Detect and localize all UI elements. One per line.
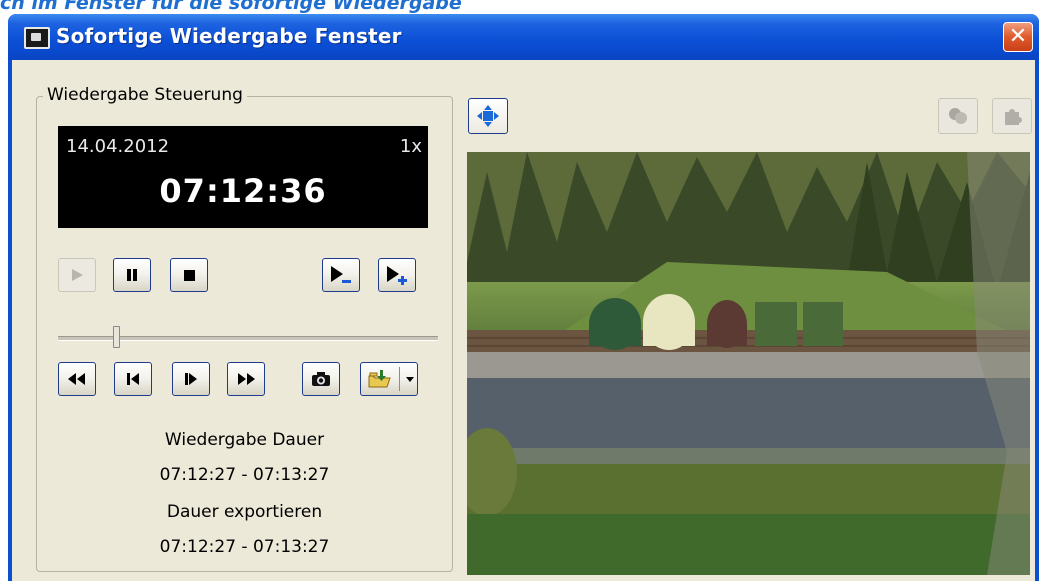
split-divider	[399, 367, 400, 391]
step-back-icon	[127, 373, 139, 385]
time-display: 14.04.2012 1x 07:12:36	[58, 126, 428, 228]
play-faster-icon	[387, 266, 407, 285]
window-app-icon	[24, 27, 50, 49]
duration-label: Wiedergabe Dauer	[164, 430, 325, 450]
tool-button-1[interactable]	[938, 98, 978, 134]
tool-button-2[interactable]	[992, 98, 1032, 134]
rewind-button[interactable]	[58, 362, 96, 396]
play-icon	[72, 269, 83, 281]
export-folder-icon	[368, 370, 391, 388]
puzzle-icon	[1005, 109, 1022, 125]
title-bar[interactable]: Sofortige Wiedergabe Fenster ✕	[8, 14, 1039, 60]
playback-slider-thumb[interactable]	[113, 326, 120, 348]
fit-window-button[interactable]	[468, 98, 508, 134]
duration-range: 07:12:27 - 07:13:27	[159, 465, 330, 485]
camera-feed-image	[467, 152, 1030, 575]
close-icon: ✕	[1008, 24, 1028, 49]
fit-window-icon	[477, 105, 499, 127]
fast-forward-icon	[238, 373, 255, 385]
window-title: Sofortige Wiedergabe Fenster	[56, 24, 402, 48]
play-button[interactable]	[58, 258, 96, 292]
page-caption: ch im Fenster für die sofortige Wiederga…	[0, 0, 462, 14]
export-range: 07:12:27 - 07:13:27	[159, 537, 330, 557]
stop-icon	[184, 270, 195, 281]
chevron-down-icon[interactable]	[405, 376, 415, 384]
camera-icon	[312, 372, 330, 386]
play-faster-button[interactable]	[378, 258, 416, 292]
step-back-button[interactable]	[114, 362, 152, 396]
play-slower-icon	[331, 266, 351, 283]
export-label: Dauer exportieren	[166, 502, 323, 522]
instant-playback-window: Sofortige Wiedergabe Fenster ✕ Wiedergab…	[8, 14, 1039, 581]
display-date: 14.04.2012	[66, 136, 170, 157]
video-view[interactable]	[467, 152, 1030, 575]
stop-button[interactable]	[170, 258, 208, 292]
snapshot-button[interactable]	[302, 362, 340, 396]
pause-button[interactable]	[113, 258, 151, 292]
play-slower-button[interactable]	[322, 258, 360, 292]
step-forward-icon	[185, 373, 197, 385]
display-speed: 1x	[399, 136, 422, 157]
pause-icon	[127, 269, 137, 281]
link-icon	[949, 108, 967, 124]
step-forward-button[interactable]	[172, 362, 210, 396]
display-time: 07:12:36	[159, 172, 327, 210]
window-client-area: Wiedergabe Steuerung 14.04.2012 1x 07:12…	[12, 60, 1035, 581]
close-button[interactable]: ✕	[1003, 22, 1033, 52]
rewind-icon	[68, 373, 85, 385]
fast-forward-button[interactable]	[227, 362, 265, 396]
group-label: Wiedergabe Steuerung	[43, 85, 247, 105]
export-button[interactable]	[360, 362, 418, 396]
